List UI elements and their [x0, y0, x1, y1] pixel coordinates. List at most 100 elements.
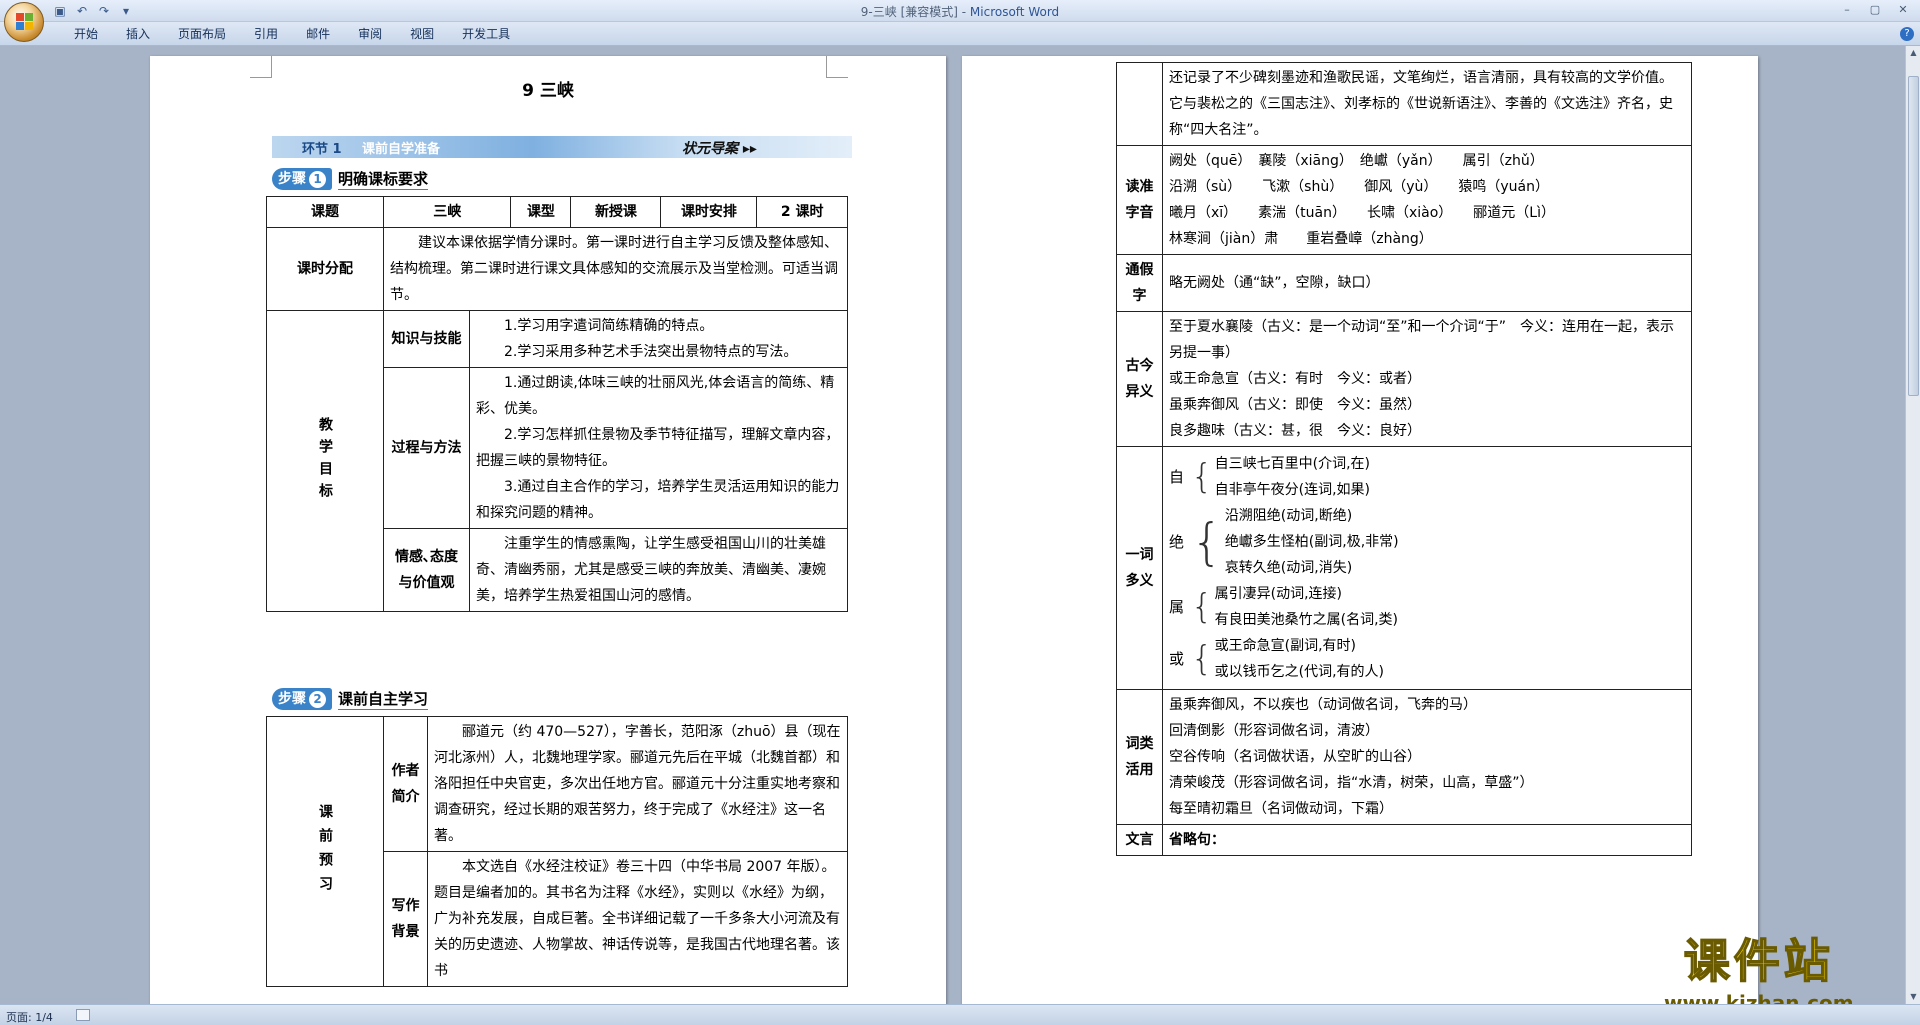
tab-references[interactable]: 引用 — [240, 26, 292, 42]
polysemy-item: 或以钱币乞之(代词,有的人) — [1214, 664, 1385, 680]
step-title: 明确课标要求 — [338, 170, 429, 190]
tab-insert[interactable]: 插入 — [112, 26, 164, 42]
window-controls: – ▢ ✕ — [1834, 1, 1916, 19]
cell-value: 2 课时 — [756, 196, 848, 228]
cell-header: 文言 — [1116, 824, 1163, 856]
scroll-thumb[interactable] — [1908, 76, 1919, 396]
table-row: 一词多义 自{ 自三峡七百里中(介词,在) 自非亭午夜分(连词,如果) 绝{ 沿溯… — [1116, 446, 1692, 690]
step-num: 1 — [309, 170, 326, 188]
polysemy-item: 绝巘多生怪柏(副词,极,非常) — [1224, 534, 1399, 550]
banner-num: 1 — [332, 142, 342, 157]
section-banner: 环节 1 课前自学准备 状元导案 ▸▸ — [272, 136, 852, 158]
tab-page-layout[interactable]: 页面布局 — [164, 26, 240, 42]
banner-right: 状元导案 ▸▸ — [682, 141, 757, 157]
office-button[interactable] — [4, 2, 44, 42]
table-row: 通假字 略无阙处（通“缺”，空隙，缺口） — [1116, 254, 1692, 312]
cell-text: 虽乘奔御风，不以疾也（动词做名词，飞奔的马） 回清倒影（形容词做名词，清波） 空… — [1162, 689, 1692, 825]
polysemy-group: 绝{ 沿溯阻绝(动词,断绝) 绝巘多生怪柏(副词,极,非常) 哀转久绝(动词,消失) — [1169, 503, 1685, 581]
step-1-heading: 步骤 1 明确课标要求 — [272, 168, 429, 190]
cell-header: 课时分配 — [266, 227, 384, 311]
table-row: 还记录了不少碑刻墨迹和渔歌民谣，文笔绚烂，语言清丽，具有较高的文学价值。它与裴松… — [1116, 62, 1692, 146]
cell-value: 新授课 — [570, 196, 662, 228]
window-title-app: Microsoft Word — [969, 5, 1060, 19]
polysemy-item: 或王命急宣(副词,有时) — [1214, 638, 1357, 654]
cell-header: 过程与方法 — [383, 367, 470, 529]
maximize-icon[interactable]: ▢ — [1862, 1, 1888, 19]
tab-home[interactable]: 开始 — [60, 26, 112, 42]
polysemy-item: 属引凄异(动词,连接) — [1214, 586, 1343, 602]
polysemy-group: 属{ 属引凄异(动词,连接) 有良田美池桑竹之属(名词,类) — [1169, 581, 1685, 633]
table-row: 课时分配 建议本课依据学情分课时。第一课时进行自主学习反馈及整体感知、结构梳理。… — [266, 227, 848, 311]
cell-text: 阙处（quē） 襄陵（xiāng） 绝巘（yǎn） 属引（zhǔ） 沿溯（sù）… — [1162, 145, 1692, 255]
polysemy-item: 哀转久绝(动词,消失) — [1224, 560, 1353, 576]
word-class-line: 回清倒影（形容词做名词，清波） — [1169, 723, 1379, 739]
watermark-text: 课件站 — [1683, 933, 1834, 989]
preview-table: 课前预习 作者简介 郦道元（约 470—527），字善长，范阳涿（zhuō）县（… — [266, 716, 848, 987]
polysemy-word: 属 — [1169, 598, 1185, 616]
table-row: 教学目标 知识与技能 1.学习用字遣词简练精确的特点。 2.学习采用多种艺术手法… — [266, 310, 848, 612]
cell-text: 本文选自《水经注校证》卷三十四（中华书局 2007 年版）。题目是编者加的。其书… — [427, 851, 848, 987]
cell-header: 教学目标 — [266, 310, 384, 612]
table-row: 文言 省略句： — [1116, 824, 1692, 856]
cell-text: 省略句： — [1162, 824, 1692, 856]
tab-view[interactable]: 视图 — [396, 26, 448, 42]
word-class-line: 虽乘奔御风，不以疾也（动词做名词，飞奔的马） — [1169, 697, 1477, 713]
vocabulary-table: 还记录了不少碑刻墨迹和渔歌民谣，文笔绚烂，语言清丽，具有较高的文学价值。它与裴松… — [1116, 62, 1692, 856]
ancient-meaning-line: 虽乘奔御风（古义：即使 今义：虽然） — [1169, 397, 1421, 413]
scroll-down-icon[interactable]: ▼ — [1906, 990, 1920, 1004]
title-bar: ▣ ↶ ↷ ▾ 9-三峡 [兼容模式] - Microsoft Word – ▢… — [0, 0, 1920, 42]
ribbon-tabs: 开始 插入 页面布局 引用 邮件 审阅 视图 开发工具 — [60, 26, 524, 42]
cell-header: 读准字音 — [1116, 145, 1163, 255]
goal-item: 2.学习采用多种艺术手法突出景物特点的写法。 — [504, 344, 798, 360]
page-count[interactable]: 页面: 1/4 — [6, 1009, 53, 1025]
close-icon[interactable]: ✕ — [1890, 1, 1916, 19]
window-title: 9-三峡 [兼容模式] - Microsoft Word — [0, 3, 1920, 20]
goal-item: 1.学习用字遣词简练精确的特点。 — [504, 318, 714, 334]
page-1[interactable]: 9 三峡 环节 1 课前自学准备 状元导案 ▸▸ 步骤 1 明确课标要求 课题 三… — [150, 56, 946, 1004]
cell-value: 三峡 — [382, 196, 512, 228]
step-num: 2 — [309, 690, 326, 708]
cell-header: 古今异义 — [1116, 311, 1163, 447]
ancient-meaning-line: 或王命急宣（古义：有时 今义：或者） — [1169, 371, 1421, 387]
cell-text: 1.通过朗读,体味三峡的壮丽风光,体会语言的简练、精彩、优美。 2.学习怎样抓住… — [469, 367, 848, 529]
watermark-logo: 课件站 www.kjzhan.com — [1664, 925, 1854, 1015]
cell-text: 郦道元（约 470—527），字善长，范阳涿（zhuō）县（现在河北涿州）人，北… — [427, 716, 848, 852]
cell-header: 通假字 — [1116, 254, 1163, 312]
proofing-icon[interactable] — [76, 1009, 90, 1021]
cell-header: 写作背景 — [383, 851, 428, 987]
step-label: 步骤 — [278, 171, 306, 187]
cell-header: 情感､态度与价值观 — [383, 528, 470, 612]
polysemy-item: 自三峡七百里中(介词,在) — [1214, 456, 1371, 472]
cell-header: 一词多义 — [1116, 446, 1163, 690]
banner-seg: 环节 — [302, 142, 329, 157]
margin-corner — [826, 56, 848, 78]
polysemy-item: 有良田美池桑竹之属(名词,类) — [1214, 612, 1399, 628]
step-title: 课前自主学习 — [338, 690, 429, 710]
table-row: 课题 三峡 课型 新授课 课时安排 2 课时 — [266, 196, 848, 228]
tab-review[interactable]: 审阅 — [344, 26, 396, 42]
document-workspace[interactable]: 9 三峡 环节 1 课前自学准备 状元导案 ▸▸ 步骤 1 明确课标要求 课题 三… — [0, 46, 1905, 1004]
vertical-scrollbar[interactable]: ▲ ▼ — [1905, 46, 1920, 1004]
doc-title: 9 三峡 — [522, 81, 574, 101]
help-icon[interactable]: ? — [1900, 27, 1914, 41]
tab-developer[interactable]: 开发工具 — [448, 26, 524, 42]
scroll-up-icon[interactable]: ▲ — [1906, 46, 1920, 60]
pronunciation-line: 曦月（xī） 素湍（tuān） 长啸（xiào） 郦道元（Lì） — [1169, 205, 1555, 221]
polysemy-word: 绝 — [1169, 533, 1185, 551]
window-title-doc: 9-三峡 [兼容模式] - — [860, 5, 970, 19]
cell-header: 课前预习 — [266, 716, 384, 987]
cell-text: 1.学习用字遣词简练精确的特点。 2.学习采用多种艺术手法突出景物特点的写法。 — [469, 310, 848, 368]
table-row: 古今异义 至于夏水襄陵（古义：是一个动词“至”和一个介词“于” 今义：连用在一起… — [1116, 311, 1692, 447]
cell-header: 词类活用 — [1116, 689, 1163, 825]
course-standards-table: 课题 三峡 课型 新授课 课时安排 2 课时 课时分配 建议本课依据学情分课时。… — [266, 196, 848, 612]
word-class-line: 空谷传响（名词做状语，从空旷的山谷） — [1169, 749, 1421, 765]
minimize-icon[interactable]: – — [1834, 1, 1860, 19]
cell-header: 课型 — [510, 196, 572, 228]
banner-name: 课前自学准备 — [362, 142, 441, 157]
word-class-line: 清荣峻茂（形容词做名词，指“水清，树荣，山高，草盛”） — [1169, 775, 1534, 791]
word-class-line: 每至晴初霜旦（名词做动词，下霜） — [1169, 801, 1393, 817]
page-2[interactable]: 还记录了不少碑刻墨迹和渔歌民谣，文笔绚烂，语言清丽，具有较高的文学价值。它与裴松… — [962, 56, 1758, 1004]
polysemy-group: 或{ 或王命急宣(副词,有时) 或以钱币乞之(代词,有的人) — [1169, 633, 1685, 685]
tab-mailings[interactable]: 邮件 — [292, 26, 344, 42]
cell-header: 课题 — [266, 196, 384, 228]
